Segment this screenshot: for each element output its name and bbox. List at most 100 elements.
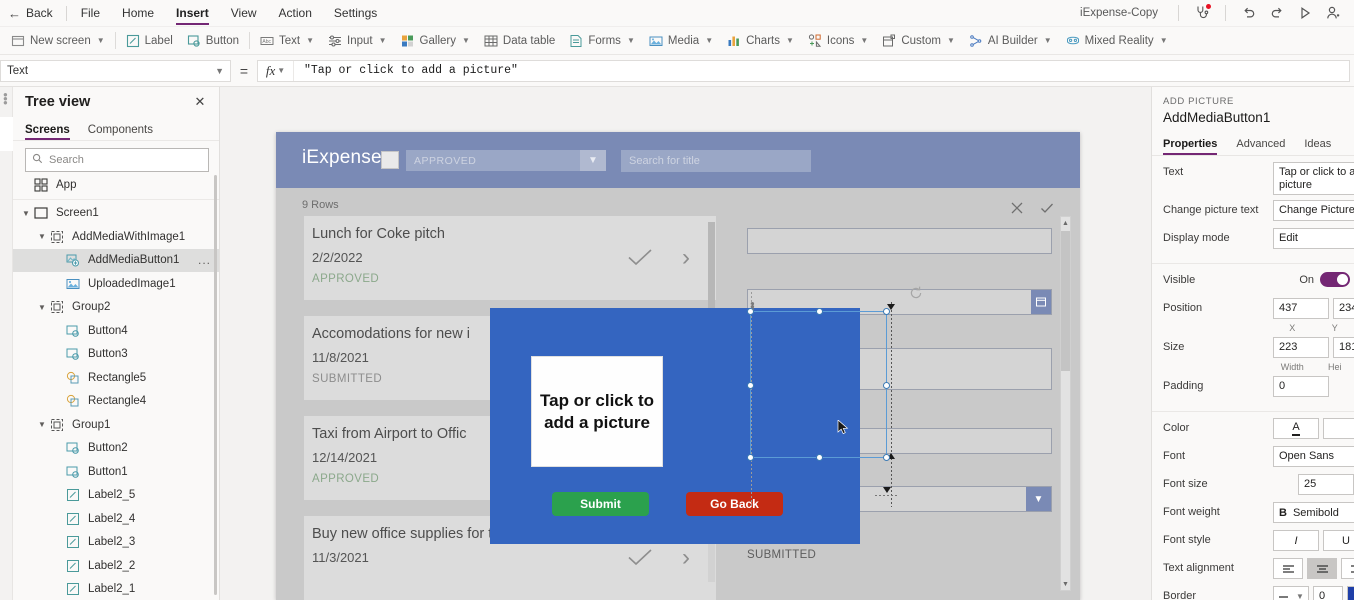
tree-item-screen1[interactable]: ▼ Screen1 (13, 202, 219, 226)
font-color-button[interactable]: A (1273, 418, 1319, 439)
design-canvas[interactable]: iExpense APPROVED ▼ Search for title 9 R… (220, 87, 1151, 600)
title-search-input[interactable]: Search for title (621, 150, 811, 172)
ribbon-new-screen[interactable]: New screen ▼ (4, 27, 112, 54)
cancel-icon[interactable] (1008, 199, 1026, 217)
chevron-down-icon[interactable]: ▼ (19, 209, 33, 218)
visible-toggle[interactable] (1320, 272, 1350, 287)
filter-checkbox[interactable] (381, 151, 399, 169)
tree-item-label2_3[interactable]: Label2_3 (13, 531, 219, 555)
font-size-input[interactable]: 25 (1298, 474, 1354, 495)
tree-item-rectangle4[interactable]: Rectangle4 (13, 390, 219, 414)
ribbon-gallery[interactable]: Gallery ▼ (394, 27, 477, 54)
status-filter-dropdown[interactable]: APPROVED ▼ (406, 150, 606, 171)
menu-item-action[interactable]: Action (268, 0, 323, 27)
font-weight-select[interactable]: B Semibold (1273, 502, 1354, 523)
tree-item-button1[interactable]: Button1 (13, 460, 219, 484)
add-media-button[interactable]: Tap or click to add a picture (531, 356, 663, 467)
tree-item-button2[interactable]: Button2 (13, 437, 219, 461)
tree-item-button4[interactable]: Button4 (13, 319, 219, 343)
tree-item-addmediabutton1[interactable]: AddMediaButton1... (13, 248, 219, 272)
border-color-swatch[interactable] (1347, 586, 1354, 600)
font-input[interactable]: Open Sans (1273, 446, 1354, 467)
ribbon-mixed-reality[interactable]: Mixed Reality ▼ (1059, 27, 1175, 54)
add-picture-dialog[interactable]: Tap or click to add a picture Submit Go … (490, 308, 860, 544)
app-checker-icon[interactable] (1189, 0, 1215, 26)
property-selector[interactable]: Text ▼ (0, 59, 231, 82)
underline-button[interactable]: U (1323, 530, 1354, 551)
ribbon-media[interactable]: Media ▼ (642, 27, 720, 54)
menu-item-insert[interactable]: Insert (165, 0, 220, 27)
ribbon-label[interactable]: Label (119, 27, 180, 54)
chevron-down-icon[interactable]: ▼ (35, 232, 49, 241)
border-width-input[interactable]: 0 (1313, 586, 1343, 600)
tree-scrollbar[interactable] (214, 175, 217, 595)
menu-item-settings[interactable]: Settings (323, 0, 388, 27)
size-width-input[interactable]: 223 (1273, 337, 1329, 358)
form-field-1[interactable] (747, 228, 1052, 254)
chevron-down-icon[interactable]: ▼ (35, 420, 49, 429)
scroll-up-arrow-icon[interactable]: ▲ (1061, 217, 1070, 229)
share-icon[interactable] (1320, 0, 1346, 26)
ribbon-charts[interactable]: Charts ▼ (720, 27, 801, 54)
chevron-down-icon[interactable]: ▼ (35, 303, 49, 312)
ribbon-icons[interactable]: Icons ▼ (801, 27, 875, 54)
ribbon-text[interactable]: Abc Text ▼ (253, 27, 321, 54)
approve-check-icon[interactable] (626, 248, 654, 268)
tree-item-label2_5[interactable]: Label2_5 (13, 484, 219, 508)
preview-icon[interactable] (1292, 0, 1318, 26)
redo-icon[interactable] (1264, 0, 1290, 26)
menu-item-home[interactable]: Home (111, 0, 165, 27)
tree-item-uploadedimage1[interactable]: UploadedImage1 (13, 272, 219, 296)
align-right-button[interactable] (1341, 558, 1354, 579)
back-button[interactable]: ← Back (0, 0, 63, 27)
ribbon-input[interactable]: Input ▼ (321, 27, 394, 54)
menu-item-view[interactable]: View (220, 0, 268, 27)
open-detail-chevron-icon[interactable]: › (682, 246, 690, 270)
ribbon-forms[interactable]: Forms ▼ (562, 27, 642, 54)
scroll-down-arrow-icon[interactable]: ▼ (1061, 578, 1070, 590)
tree-item-rectangle5[interactable]: Rectangle5 (13, 366, 219, 390)
tree-item-addmediawithimage1[interactable]: ▼ AddMediaWithImage1 (13, 225, 219, 249)
tree-item-overflow-icon[interactable]: ... (198, 253, 211, 267)
fill-color-button[interactable] (1323, 418, 1354, 439)
approve-check-icon[interactable] (626, 548, 654, 568)
tab-properties[interactable]: Properties (1163, 138, 1225, 155)
tree-item-label2_1[interactable]: Label2_1 (13, 578, 219, 600)
rail-menu-icon[interactable]: ● ● ● (3, 91, 8, 107)
align-left-button[interactable] (1273, 558, 1303, 579)
position-x-input[interactable]: 437 (1273, 298, 1329, 319)
ribbon-button[interactable]: Button (180, 27, 246, 54)
gallery-item[interactable]: Lunch for Coke pitch 2/2/2022 APPROVED › (296, 216, 716, 316)
text-property-input[interactable]: Tap or click to add a picture (1273, 162, 1354, 195)
tree-item-group2[interactable]: ▼ Group2 (13, 296, 219, 320)
ribbon-data-table[interactable]: Data table (477, 27, 562, 54)
display-mode-input[interactable]: Edit (1273, 228, 1354, 249)
go-back-button[interactable]: Go Back (686, 492, 783, 516)
menu-item-file[interactable]: File (70, 0, 111, 27)
app-preview-screen[interactable]: iExpense APPROVED ▼ Search for title 9 R… (276, 132, 1080, 600)
form-scrollbar[interactable]: ▲ ▼ (1060, 216, 1071, 591)
search-input[interactable]: Search (25, 148, 209, 172)
calendar-icon[interactable] (1031, 290, 1051, 314)
tree-items-scroll[interactable]: App ▼ Screen1 ▼ AddMediaWithImage1 AddMediaBu… (13, 173, 219, 600)
change-picture-input[interactable]: Change Picture (1273, 200, 1354, 221)
tab-ideas[interactable]: Ideas (1304, 138, 1339, 155)
submit-button[interactable]: Submit (552, 492, 649, 516)
open-detail-chevron-icon[interactable]: › (682, 546, 690, 570)
tree-item-app[interactable]: App (13, 173, 219, 197)
rotate-handle-icon[interactable] (908, 285, 924, 301)
ribbon-ai-builder[interactable]: AI Builder ▼ (962, 27, 1059, 54)
italic-button[interactable]: I (1273, 530, 1319, 551)
fx-button[interactable]: fx ▼ (258, 60, 294, 81)
tree-item-label2_4[interactable]: Label2_4 (13, 507, 219, 531)
rail-active-tab[interactable] (0, 117, 13, 151)
save-icon[interactable] (1038, 199, 1056, 217)
tree-item-label2_2[interactable]: Label2_2 (13, 554, 219, 578)
position-y-input[interactable]: 234 (1333, 298, 1354, 319)
tab-components[interactable]: Components (88, 124, 161, 140)
undo-icon[interactable] (1236, 0, 1262, 26)
ribbon-custom[interactable]: Custom ▼ (875, 27, 962, 54)
formula-input[interactable]: fx ▼ "Tap or click to add a picture" (257, 59, 1350, 82)
tab-screens[interactable]: Screens (25, 124, 78, 140)
tab-advanced[interactable]: Advanced (1236, 138, 1293, 155)
